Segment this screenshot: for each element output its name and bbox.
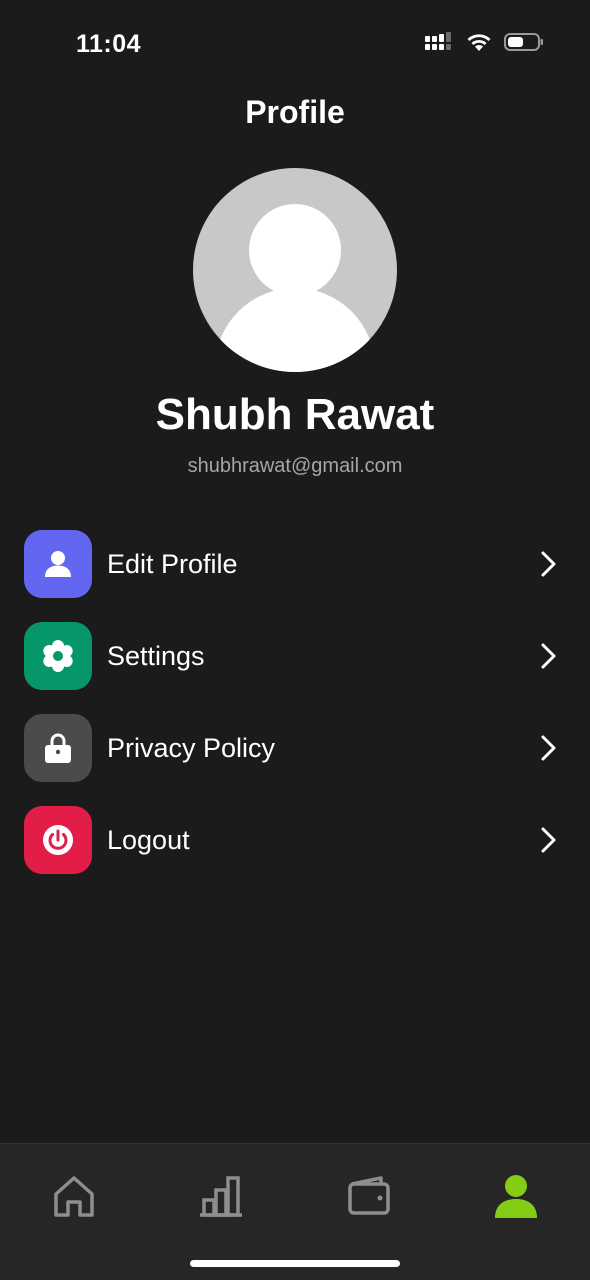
tab-home[interactable]	[50, 1172, 98, 1220]
status-icons	[424, 32, 544, 52]
edit-profile-icon-box	[24, 530, 92, 598]
menu-item-label: Edit Profile	[107, 548, 238, 579]
tab-profile[interactable]	[492, 1172, 540, 1220]
wifi-icon	[467, 34, 491, 51]
menu-item-settings[interactable]: Settings	[24, 622, 566, 690]
home-indicator[interactable]	[190, 1260, 400, 1267]
wallet-icon	[348, 1176, 390, 1215]
privacy-icon-box	[24, 714, 92, 782]
page-title: Profile	[245, 94, 345, 130]
user-name: Shubh Rawat	[155, 390, 435, 439]
avatar-body	[215, 288, 375, 372]
user-icon	[45, 551, 71, 577]
chevron-right-icon	[541, 827, 556, 853]
menu-item-logout[interactable]: Logout	[24, 806, 566, 874]
tab-wallet[interactable]	[345, 1172, 393, 1220]
home-icon	[54, 1176, 94, 1217]
menu-item-label: Privacy Policy	[107, 732, 276, 763]
settings-icon-box	[24, 622, 92, 690]
user-email: shubhrawat@gmail.com	[187, 455, 403, 477]
avatar-head	[249, 204, 341, 296]
avatar[interactable]	[193, 168, 397, 372]
profile-menu: Edit Profile Settings Privacy Policy Log…	[24, 530, 566, 898]
menu-item-label: Logout	[107, 824, 190, 855]
battery-icon	[504, 33, 543, 51]
status-time: 11:04	[76, 30, 142, 58]
logout-icon-box	[24, 806, 92, 874]
chevron-right-icon	[541, 551, 556, 577]
menu-item-privacy-policy[interactable]: Privacy Policy	[24, 714, 566, 782]
signal-icon	[425, 32, 451, 50]
chevron-right-icon	[541, 735, 556, 761]
tab-stats[interactable]	[197, 1172, 245, 1220]
status-bar: 11:04	[0, 0, 590, 90]
menu-item-label: Settings	[107, 640, 205, 671]
power-icon	[43, 825, 73, 855]
profile-icon	[495, 1175, 537, 1218]
profile-screen: 11:04 Profile Shubh Rawat shubhrawat@gma…	[0, 0, 590, 1280]
menu-item-edit-profile[interactable]: Edit Profile	[24, 530, 566, 598]
chevron-right-icon	[541, 643, 556, 669]
bar-chart-icon	[200, 1176, 242, 1217]
lock-icon	[45, 733, 71, 763]
gear-icon	[43, 640, 73, 672]
